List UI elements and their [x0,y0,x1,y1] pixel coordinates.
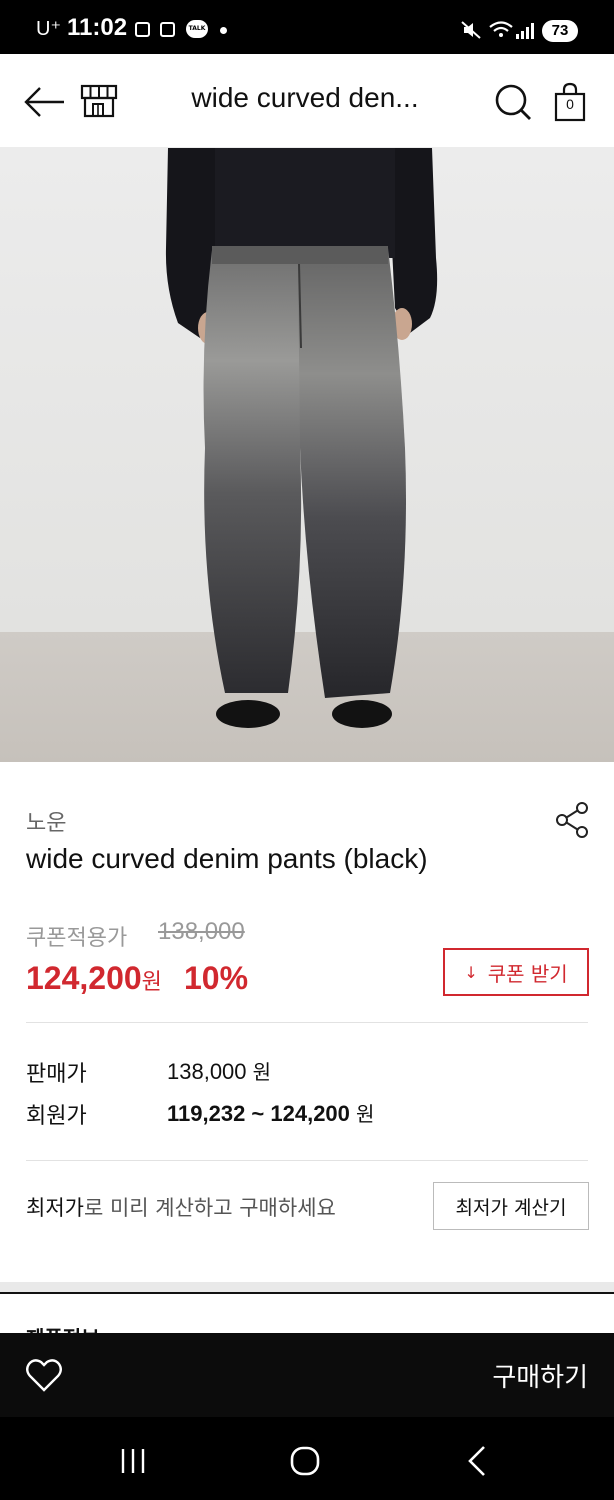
wifi-icon [489,21,513,37]
member-price-row-label: 회원가 [26,1104,87,1129]
heart-icon[interactable] [24,1355,64,1395]
talk-icon: TALK [186,20,208,38]
store-icon[interactable] [76,78,124,126]
sale-price-amount: 138,000 [167,1059,247,1084]
home-icon[interactable] [285,1441,325,1481]
status-bar: U⁺ 11:02 TALK 73 [0,0,614,54]
buy-button[interactable]: 구매하기 [492,1357,588,1394]
app-header: wide curved den... 0 [0,54,614,148]
product-name: wide curved denim pants (black) [26,843,428,874]
sale-price-row-label: 판매가 [26,1062,87,1087]
lowest-price-hint-rest: 로 미리 계산하고 구매하세요 [83,1196,336,1220]
signal-icon [516,23,534,39]
carrier-label: U⁺ [36,18,61,40]
back-arrow-icon[interactable] [20,78,68,126]
original-price: 138,000 [158,918,245,945]
status-time: 11:02 [67,14,128,41]
divider [26,1160,588,1161]
download-icon: ↓ [464,962,478,982]
member-price-range: 119,232 ~ 124,200 [167,1101,350,1126]
back-icon[interactable] [458,1441,498,1481]
product-photo-illustration [0,148,614,762]
lowest-price-hint-strong: 최저가 [26,1196,84,1220]
notification-dot-icon [220,27,227,34]
sale-price-amount-unit: 원 [252,1060,272,1084]
lowest-price-hint: 최저가로 미리 계산하고 구매하세요 [26,1192,336,1222]
cart-count-badge: 0 [566,96,574,112]
recent-apps-icon[interactable] [113,1441,153,1481]
mute-icon [461,21,481,39]
member-price-row-value: 119,232 ~ 124,200 원 [167,1098,374,1127]
discount-rate: 10% [184,960,249,996]
sale-price-row-value: 138,000 원 [167,1056,271,1085]
product-image[interactable] [0,148,614,762]
screenshot-icon [160,22,175,37]
cart-button[interactable]: 0 [554,78,586,126]
system-navigation-bar [0,1417,614,1500]
get-coupon-button[interactable]: ↓ 쿠폰 받기 [443,948,589,996]
w-app-icon [135,22,150,37]
sale-price: 124,200원 [26,960,162,997]
sale-price-unit: 원 [141,969,162,994]
divider [26,1022,588,1023]
coupon-price-label: 쿠폰적용가 [26,926,128,951]
section-separator [0,1282,614,1294]
brand-name[interactable]: 노운 [26,805,66,837]
battery-indicator: 73 [542,20,578,42]
search-icon[interactable] [490,78,538,126]
get-coupon-label: 쿠폰 받기 [487,961,568,986]
lowest-price-calculator-button[interactable]: 최저가 계산기 [433,1182,589,1230]
bottom-buy-bar: 구매하기 [0,1333,614,1417]
member-price-unit: 원 [356,1102,375,1126]
share-icon[interactable] [554,800,590,840]
sale-price-value: 124,200 [26,960,142,996]
page-title: wide curved den... [191,82,419,113]
